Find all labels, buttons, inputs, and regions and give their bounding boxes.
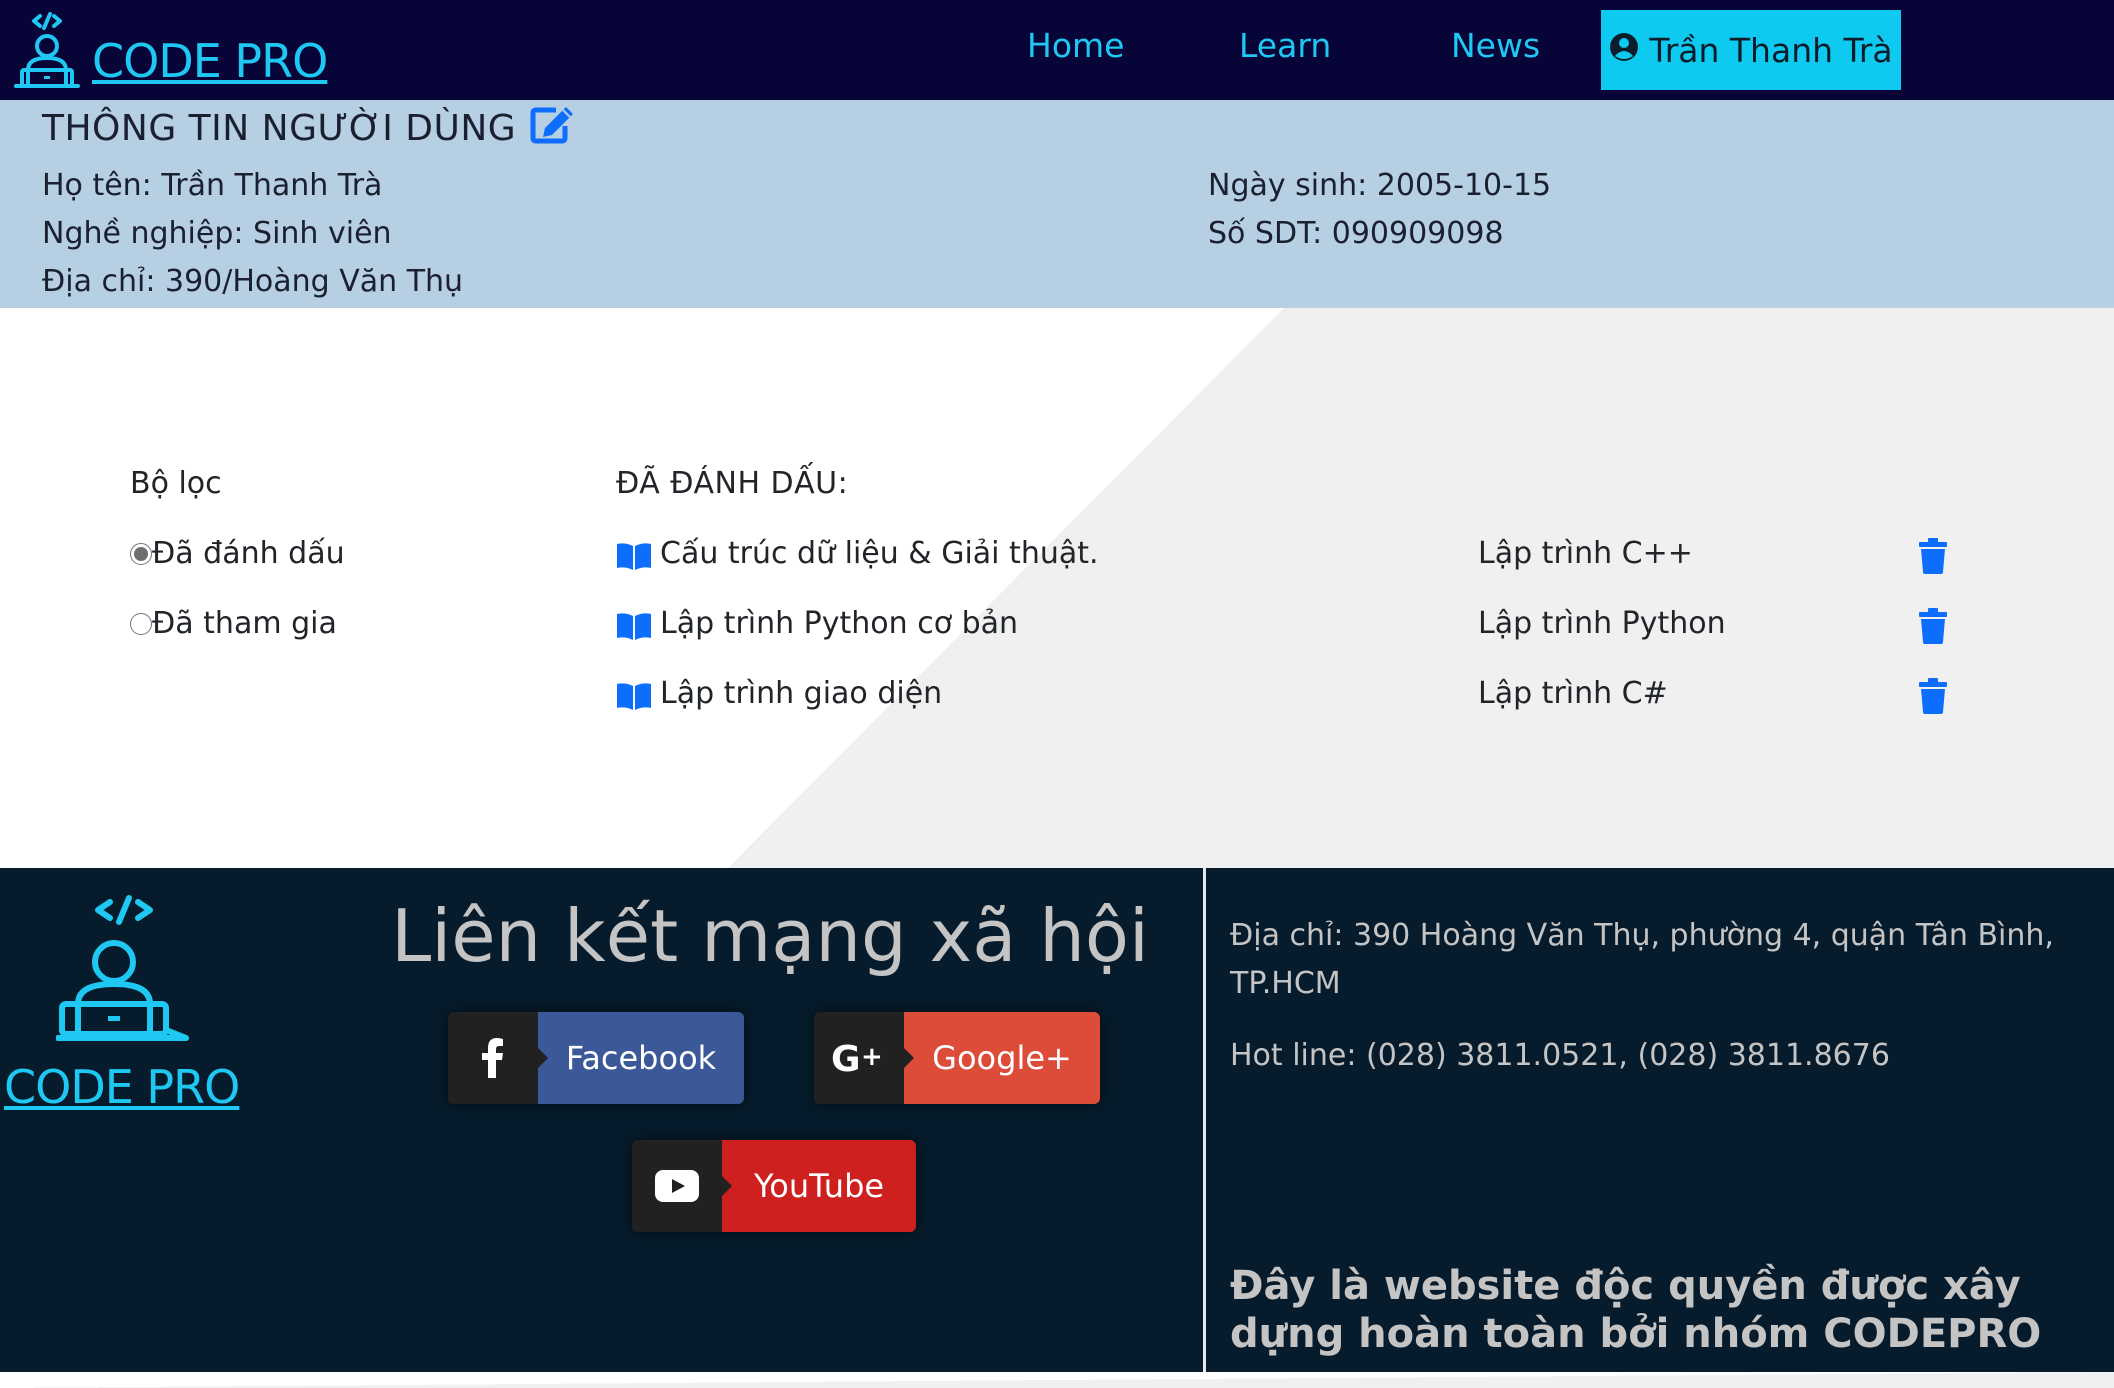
nav-home[interactable]: Home [1027,26,1124,66]
filter-joined-radio[interactable] [130,612,152,635]
footer-brand-link[interactable]: CODE PRO [4,1060,240,1114]
footer-address: Địa chỉ: 390 Hoàng Văn Thụ, phường 4, qu… [1230,918,2054,1001]
bookmark-category: Lập trình C++ [1478,536,1693,571]
nav-news[interactable]: News [1451,26,1540,66]
footer-hotline: Hot line: (028) 3811.0521, (028) 3811.86… [1230,1038,1890,1073]
user-full-name: Họ tên: Trần Thanh Trà [42,168,383,203]
filter-joined-option[interactable]: Đã tham gia [130,606,337,641]
filter-bookmarked-radio[interactable] [130,542,152,565]
user-phone: Số SDT: 090909098 [1208,216,1504,251]
user-account-button[interactable]: Trần Thanh Trà [1601,10,1901,90]
book-open-icon [616,612,652,648]
bookmark-course[interactable]: Lập trình giao diện [660,676,942,711]
facebook-icon [448,1012,548,1104]
svg-text:+: + [861,1042,883,1072]
youtube-button[interactable]: YouTube [632,1140,916,1232]
footer-coder-logo-icon [55,892,192,1048]
footer-claim: Đây là website độc quyền được xây dựng h… [1230,1263,2042,1357]
youtube-label: YouTube [722,1140,916,1232]
user-name: Trần Thanh Trà [1649,30,1893,70]
coder-logo-icon [14,10,80,90]
bookmarked-title: ĐÃ ĐÁNH DẤU: [616,466,849,501]
navbar: CODE PRO Home Learn News Trần Thanh Trà [0,0,2114,100]
bookmark-course[interactable]: Lập trình Python cơ bản [660,606,1018,641]
brand-link[interactable]: CODE PRO [14,10,328,90]
user-info-header: THÔNG TIN NGƯỜI DÙNG [42,104,576,153]
user-circle-icon [1609,31,1639,70]
nav-learn[interactable]: Learn [1239,26,1331,66]
book-open-icon [616,542,652,578]
book-open-icon [616,682,652,718]
google-plus-label: Google+ [904,1012,1100,1104]
bookmark-row: Lập trình Python cơ bản Lập trình Python [616,606,1956,646]
filter-title: Bộ lọc [130,466,222,501]
filter-bookmarked-label: Đã đánh dấu [152,536,345,571]
facebook-button[interactable]: Facebook [448,1012,744,1104]
google-plus-icon: G + [814,1012,914,1104]
filter-bookmarked-option[interactable]: Đã đánh dấu [130,536,345,571]
bookmark-row: Lập trình giao diện Lập trình C# [616,676,1956,716]
trash-icon[interactable] [1918,608,1948,652]
edit-icon[interactable] [530,104,576,153]
svg-text:G: G [831,1041,861,1075]
user-occupation: Nghề nghiệp: Sinh viên [42,216,392,251]
bookmark-row: Cấu trúc dữ liệu & Giải thuật. Lập trình… [616,536,1956,576]
youtube-icon [632,1140,732,1232]
social-links-title: Liên kết mạng xã hội [391,894,1149,978]
user-address: Địa chỉ: 390/Hoàng Văn Thụ [42,264,464,299]
bottom-strip [0,1372,2114,1388]
facebook-label: Facebook [538,1012,744,1104]
bookmark-category: Lập trình Python [1478,606,1726,641]
main-background [0,308,2114,868]
trash-icon[interactable] [1918,678,1948,722]
trash-icon[interactable] [1918,538,1948,582]
user-birthday: Ngày sinh: 2005-10-15 [1208,168,1552,203]
filter-joined-label: Đã tham gia [152,606,337,641]
google-plus-button[interactable]: G + Google+ [814,1012,1100,1104]
bookmark-category: Lập trình C# [1478,676,1668,711]
bookmark-course[interactable]: Cấu trúc dữ liệu & Giải thuật. [660,536,1099,571]
user-info-title: THÔNG TIN NGƯỜI DÙNG [42,108,517,149]
brand-name[interactable]: CODE PRO [92,38,328,84]
